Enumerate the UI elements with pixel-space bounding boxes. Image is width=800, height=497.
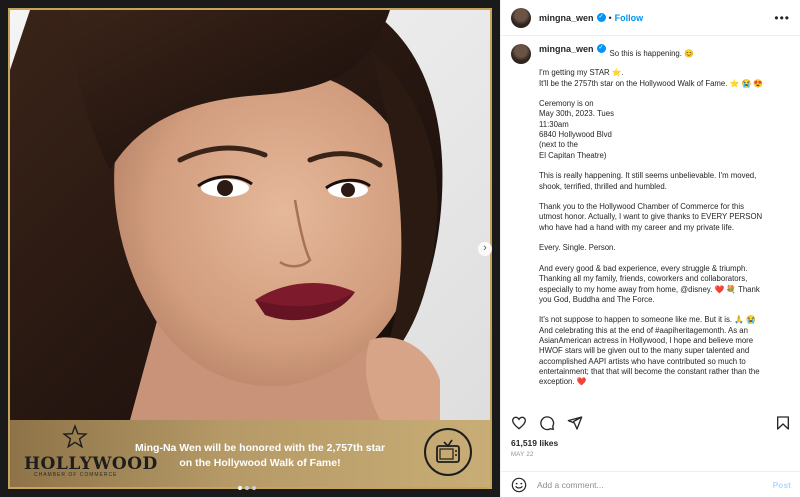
caption-first-line: So this is happening. 😊 (609, 49, 694, 58)
comment-button[interactable] (539, 415, 555, 431)
caption-line: Every. Single. Person. (539, 243, 616, 253)
caption-line: And every good & bad experience, every s… (539, 263, 748, 273)
caption-line: (next to the (539, 140, 579, 150)
follow-button[interactable]: Follow (615, 13, 644, 23)
caption-paragraph: Ceremony is on May 30th, 2023. Tues 11:30a… (539, 99, 791, 161)
post-media[interactable]: HOLLYWOOD CHAMBER OF COMMERCE Ming-Na We… (0, 0, 500, 497)
caption-line: shook, terrified, thrilled and humbled. (539, 181, 667, 191)
emoji-icon[interactable] (511, 477, 527, 493)
caption-paragraph: I'm getting my STAR ⭐. It'll be the 2757t… (539, 68, 791, 89)
caption-line: Ceremony is on (539, 99, 594, 109)
caption-username[interactable]: mingna_wen (539, 44, 594, 54)
post-header: mingna_wen ✓ • Follow ••• (501, 0, 800, 36)
caption-line: you God, Buddha and The Force. (539, 294, 655, 304)
post-date[interactable]: MAY 22 (511, 452, 534, 458)
carousel-next-button[interactable]: › (478, 242, 492, 256)
post-panel: mingna_wen ✓ • Follow ••• mingna_wen ✓ S… (500, 0, 800, 497)
logo-subtitle: CHAMBER OF COMMERCE (34, 472, 118, 478)
caption-line: HWOF stars will be given out to the many… (539, 346, 750, 356)
caption-line: Thanking all my family, friends, coworke… (539, 274, 748, 284)
caption-paragraph: Thank you to the Hollywood Chamber of Co… (539, 202, 791, 233)
like-button[interactable] (511, 415, 527, 431)
comment-bar: Add a comment... Post (501, 471, 800, 497)
caption-line: AsianAmerican actress in Hollywood, I ho… (539, 336, 754, 346)
chevron-right-icon: › (483, 242, 487, 254)
caption-line: It'll be the 2757th star on the Hollywoo… (539, 78, 764, 88)
post-actions (511, 414, 791, 432)
header-username[interactable]: mingna_wen (539, 13, 594, 23)
caption-body: I'm getting my STAR ⭐. It'll be the 2757t… (539, 68, 791, 387)
caption-line: 6840 Hollywood Blvd (539, 130, 612, 140)
verified-badge-icon: ✓ (596, 13, 606, 22)
caption-header: mingna_wen ✓ So this is happening. 😊 (511, 44, 791, 64)
caption-line: I'm getting my STAR ⭐. (539, 68, 624, 78)
caption-line: entertainment; that that will become the… (539, 366, 760, 376)
caption-line: especially to my home away from home, @d… (539, 284, 760, 294)
carousel-dot[interactable] (238, 486, 242, 490)
caption-line: Thank you to the Hollywood Chamber of Co… (539, 202, 744, 212)
portrait-illustration (10, 10, 443, 420)
comment-icon (540, 416, 555, 431)
header-separator: • (608, 12, 612, 23)
save-button[interactable] (775, 415, 791, 431)
caption-line: May 30th, 2023. Tues (539, 109, 614, 119)
share-button[interactable] (567, 415, 583, 431)
caption-line: 11:30am (539, 119, 569, 129)
carousel-dot[interactable] (245, 486, 249, 490)
carousel-dots (238, 486, 256, 490)
caption: mingna_wen ✓ So this is happening. 😊 I'm… (501, 36, 800, 406)
portrait-photo (10, 10, 490, 420)
caption-paragraph: This is really happening. It still seems… (539, 171, 791, 192)
caption-line: El Capitan Theatre) (539, 150, 607, 160)
caption-line: accomplished AAPI artists who have contr… (539, 356, 746, 366)
caption-avatar[interactable] (511, 44, 531, 64)
share-icon (567, 416, 583, 430)
heart-icon (511, 416, 527, 430)
post-comment-button[interactable]: Post (773, 480, 791, 490)
likes-count[interactable]: 61,519 likes (511, 438, 558, 448)
carousel-dot[interactable] (252, 486, 256, 490)
caption-line: And celebrating this at the end of #aapi… (539, 325, 748, 335)
caption-paragraph: And every good & bad experience, every s… (539, 264, 791, 305)
verified-badge-icon: ✓ (596, 44, 606, 53)
caption-line: who have had a hand with my career and m… (539, 222, 735, 232)
hollywood-banner: HOLLYWOOD CHAMBER OF COMMERCE Ming-Na We… (10, 420, 490, 487)
caption-paragraph: Every. Single. Person. (539, 243, 791, 253)
caption-line: It's not suppose to happen to someone li… (539, 315, 756, 325)
hollywood-chamber-logo: HOLLYWOOD CHAMBER OF COMMERCE (18, 424, 157, 482)
avatar[interactable] (511, 7, 531, 28)
tv-badge (424, 428, 472, 476)
comment-input[interactable]: Add a comment... (537, 480, 604, 490)
more-options-button[interactable]: ••• (774, 11, 790, 25)
star-icon (62, 424, 88, 449)
bookmark-icon (777, 416, 789, 430)
banner-message: Ming-Na Wen will be honored with the 2,7… (134, 442, 386, 469)
caption-line: utmost honor. Actually, I want to give t… (539, 212, 763, 222)
caption-line: This is really happening. It still seems… (539, 171, 757, 181)
tv-icon (436, 439, 460, 463)
caption-line: exception. ❤️ (539, 377, 587, 387)
caption-paragraph: It's not suppose to happen to someone li… (539, 315, 791, 387)
